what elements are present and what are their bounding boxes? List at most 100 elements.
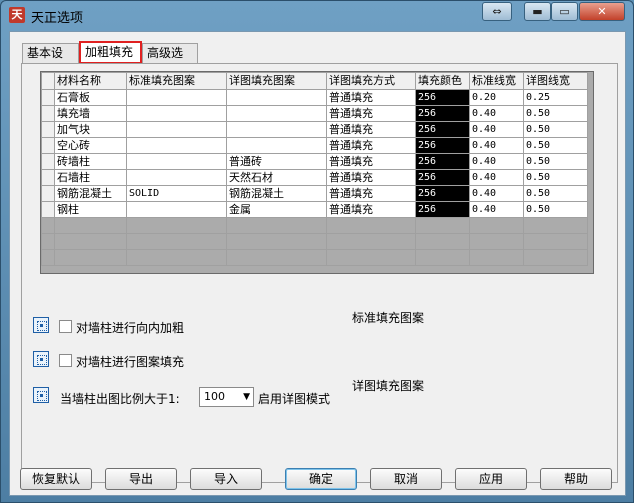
table-cell[interactable]: 0.50 bbox=[523, 201, 588, 218]
table-cell[interactable]: 加气块 bbox=[54, 121, 127, 138]
table-cell[interactable]: 0.50 bbox=[523, 137, 588, 154]
table-cell[interactable]: 普通填充 bbox=[326, 89, 416, 106]
table-cell[interactable]: 256 bbox=[415, 105, 470, 122]
table-cell[interactable]: 256 bbox=[415, 153, 470, 170]
table-cell[interactable] bbox=[126, 89, 227, 106]
table-cell[interactable]: 钢柱 bbox=[54, 201, 127, 218]
table-row[interactable]: 石墙柱 天然石材 普通填充 256 0.40 0.50 bbox=[41, 169, 588, 186]
table-cell[interactable]: 0.50 bbox=[523, 169, 588, 186]
export-button[interactable]: 导出 bbox=[105, 468, 177, 490]
chevron-down-icon[interactable]: ▼ bbox=[243, 388, 250, 406]
row-header[interactable] bbox=[41, 185, 55, 202]
material-fill-grid[interactable]: 材料名称 标准填充图案 详图填充图案 详图填充方式 填充颜色 标准线宽 详图线宽… bbox=[40, 71, 594, 274]
table-cell[interactable]: SOLID bbox=[126, 185, 227, 202]
table-cell[interactable]: 空心砖 bbox=[54, 137, 127, 154]
table-cell[interactable]: 0.50 bbox=[523, 185, 588, 202]
table-cell[interactable] bbox=[126, 121, 227, 138]
table-cell[interactable] bbox=[226, 137, 327, 154]
column-header[interactable]: 标准填充图案 bbox=[126, 72, 227, 90]
table-cell[interactable]: 0.50 bbox=[523, 105, 588, 122]
table-cell[interactable]: 普通填充 bbox=[326, 169, 416, 186]
table-cell[interactable]: 天然石材 bbox=[226, 169, 327, 186]
table-row[interactable]: 钢筋混凝土 SOLID 钢筋混凝土 普通填充 256 0.40 0.50 bbox=[41, 185, 588, 202]
table-cell[interactable] bbox=[226, 89, 327, 106]
column-header[interactable]: 详图填充图案 bbox=[226, 72, 327, 90]
table-cell[interactable] bbox=[226, 105, 327, 122]
column-header[interactable]: 填充颜色 bbox=[415, 72, 470, 90]
restore-defaults-button[interactable]: 恢复默认 bbox=[20, 468, 92, 490]
column-header[interactable]: 标准线宽 bbox=[469, 72, 524, 90]
scale-threshold-select[interactable]: 100 ▼ bbox=[199, 387, 254, 407]
column-header[interactable]: 详图填充方式 bbox=[326, 72, 416, 90]
table-cell[interactable]: 钢筋混凝土 bbox=[54, 185, 127, 202]
ok-button[interactable]: 确定 bbox=[285, 468, 357, 490]
row-header[interactable] bbox=[41, 89, 55, 106]
table-cell[interactable]: 钢筋混凝土 bbox=[226, 185, 327, 202]
tab-basic-settings[interactable]: 基本设定 bbox=[22, 43, 79, 78]
table-cell[interactable]: 普通填充 bbox=[326, 121, 416, 138]
table-row[interactable]: 砖墙柱 普通砖 普通填充 256 0.40 0.50 bbox=[41, 153, 588, 170]
row-header[interactable] bbox=[41, 153, 55, 170]
table-cell[interactable]: 256 bbox=[415, 201, 470, 218]
title-bar[interactable]: 天 天正选项 ⇔ ▬ ▭ ✕ bbox=[1, 1, 633, 29]
maximize-button[interactable]: ▭ bbox=[551, 2, 578, 21]
table-cell[interactable]: 普通填充 bbox=[326, 137, 416, 154]
inward-bold-checkbox[interactable] bbox=[59, 320, 72, 333]
table-cell[interactable]: 0.40 bbox=[469, 121, 524, 138]
table-cell[interactable]: 石膏板 bbox=[54, 89, 127, 106]
table-cell[interactable] bbox=[126, 105, 227, 122]
table-cell[interactable]: 0.40 bbox=[469, 201, 524, 218]
row-header[interactable] bbox=[41, 137, 55, 154]
pattern-fill-checkbox[interactable] bbox=[59, 354, 72, 367]
tab-bold-fill[interactable]: 加粗填充 bbox=[79, 41, 142, 64]
table-cell[interactable]: 256 bbox=[415, 169, 470, 186]
table-cell[interactable]: 普通填充 bbox=[326, 105, 416, 122]
table-cell[interactable]: 普通填充 bbox=[326, 201, 416, 218]
table-row[interactable]: 加气块 普通填充 256 0.40 0.50 bbox=[41, 121, 588, 138]
table-row[interactable]: 钢柱 金属 普通填充 256 0.40 0.50 bbox=[41, 201, 588, 218]
table-cell[interactable]: 0.40 bbox=[469, 105, 524, 122]
table-cell[interactable]: 石墙柱 bbox=[54, 169, 127, 186]
table-cell[interactable]: 填充墙 bbox=[54, 105, 127, 122]
table-cell[interactable] bbox=[126, 201, 227, 218]
table-cell[interactable]: 普通填充 bbox=[326, 153, 416, 170]
table-cell[interactable]: 0.50 bbox=[523, 121, 588, 138]
table-cell[interactable]: 256 bbox=[415, 89, 470, 106]
table-cell[interactable]: 256 bbox=[415, 185, 470, 202]
table-row[interactable]: 填充墙 普通填充 256 0.40 0.50 bbox=[41, 105, 588, 122]
tab-advanced-options[interactable]: 高级选项 bbox=[142, 43, 198, 78]
restore-width-button[interactable]: ⇔ bbox=[482, 2, 512, 21]
table-cell[interactable]: 0.40 bbox=[469, 169, 524, 186]
table-cell[interactable]: 砖墙柱 bbox=[54, 153, 127, 170]
cancel-button[interactable]: 取消 bbox=[370, 468, 442, 490]
apply-button[interactable]: 应用 bbox=[455, 468, 527, 490]
table-cell[interactable]: 普通填充 bbox=[326, 185, 416, 202]
row-header[interactable] bbox=[41, 201, 55, 218]
import-button[interactable]: 导入 bbox=[190, 468, 262, 490]
inward-bold-label[interactable]: 对墙柱进行向内加粗 bbox=[76, 319, 184, 336]
table-cell[interactable]: 普通砖 bbox=[226, 153, 327, 170]
table-cell[interactable]: 0.25 bbox=[523, 89, 588, 106]
column-header[interactable]: 详图线宽 bbox=[523, 72, 588, 90]
table-cell[interactable]: 0.50 bbox=[523, 153, 588, 170]
minimize-button[interactable]: ▬ bbox=[524, 2, 551, 21]
table-cell[interactable]: 0.40 bbox=[469, 185, 524, 202]
column-header[interactable]: 材料名称 bbox=[54, 72, 127, 90]
close-button[interactable]: ✕ bbox=[579, 2, 625, 21]
row-header[interactable] bbox=[41, 105, 55, 122]
table-cell[interactable]: 0.40 bbox=[469, 137, 524, 154]
table-cell[interactable] bbox=[226, 121, 327, 138]
row-header[interactable] bbox=[41, 121, 55, 138]
pattern-fill-label[interactable]: 对墙柱进行图案填充 bbox=[76, 353, 184, 370]
table-cell[interactable]: 金属 bbox=[226, 201, 327, 218]
table-cell[interactable] bbox=[126, 137, 227, 154]
table-cell[interactable]: 256 bbox=[415, 137, 470, 154]
table-cell[interactable]: 0.20 bbox=[469, 89, 524, 106]
help-button[interactable]: 帮助 bbox=[540, 468, 612, 490]
table-cell[interactable]: 256 bbox=[415, 121, 470, 138]
table-row[interactable]: 石膏板 普通填充 256 0.20 0.25 bbox=[41, 89, 588, 106]
table-row[interactable]: 空心砖 普通填充 256 0.40 0.50 bbox=[41, 137, 588, 154]
table-cell[interactable]: 0.40 bbox=[469, 153, 524, 170]
row-header[interactable] bbox=[41, 169, 55, 186]
table-cell[interactable] bbox=[126, 169, 227, 186]
